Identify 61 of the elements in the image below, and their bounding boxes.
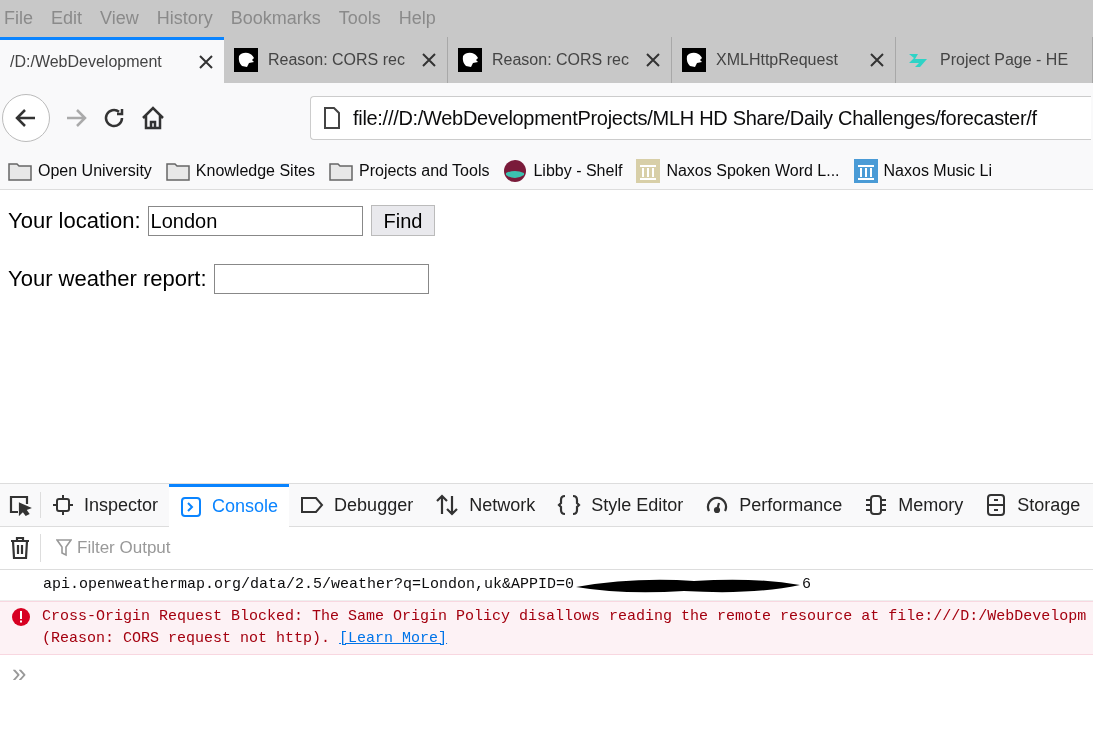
chip-icon (864, 494, 889, 516)
trash-icon[interactable] (10, 536, 30, 560)
bookmark[interactable]: Projects and Tools (329, 158, 490, 183)
browser-tab[interactable]: /D:/WebDevelopment (0, 37, 224, 83)
address-bar[interactable]: file:///D:/WebDevelopmentProjects/MLH HD Share/Daily Challenges/forecaster/f (310, 95, 1091, 140)
lion-head-icon (682, 48, 706, 72)
tab-title: Reason: CORS rec (268, 50, 405, 70)
frame-icon (52, 494, 74, 516)
error-reason: (Reason: CORS request not http). (42, 629, 331, 649)
devtools-tab[interactable]: Debugger (289, 483, 425, 527)
bookmark[interactable]: Libby - Shelf (503, 158, 623, 183)
gauge-icon (705, 494, 730, 516)
bookmark[interactable]: Open University (8, 158, 152, 183)
folder-icon (329, 160, 353, 181)
devtools-tab[interactable]: Storage (974, 483, 1092, 527)
log-message-end: 6 (802, 574, 812, 595)
lion-head-icon (458, 48, 482, 72)
devtools-tab[interactable]: Console (169, 483, 290, 527)
weather-report-label: Your weather report: (8, 265, 207, 293)
bookmark[interactable]: Knowledge Sites (165, 158, 315, 183)
close-icon[interactable] (645, 52, 661, 68)
console-prompt: » (12, 660, 27, 686)
weather-report-field[interactable] (213, 263, 429, 294)
tab-title: /D:/WebDevelopment (10, 51, 162, 72)
bookmark[interactable]: Naxos Music Li (853, 158, 992, 183)
page-icon (323, 105, 341, 130)
url-text: file:///D:/WebDevelopmentProjects/MLH HD Share/Daily Challenges/forecaster/f (353, 105, 1037, 131)
tag-icon (300, 494, 325, 516)
close-icon[interactable] (198, 53, 214, 70)
bookmark[interactable]: Naxos Spoken Word L... (636, 158, 840, 183)
braces-icon (557, 494, 582, 516)
log-message: api.openweathermap.org/data/2.5/weather?q=London,uk&APPID=0 (43, 574, 575, 595)
pillars-icon (636, 158, 661, 183)
find-button[interactable]: Find (370, 205, 436, 236)
folder-icon (165, 160, 190, 181)
home-icon[interactable] (140, 104, 166, 131)
close-icon[interactable] (421, 52, 437, 68)
cabinet-icon (985, 493, 1008, 517)
learn-more-link[interactable]: [Learn More] (339, 628, 448, 650)
pillars-icon (853, 158, 878, 183)
tab-title: Reason: CORS rec (492, 50, 629, 70)
back-button[interactable] (2, 93, 50, 142)
tab-title: XMLHttpRequest (716, 50, 838, 70)
filter-icon (56, 539, 72, 557)
close-icon[interactable] (869, 52, 885, 68)
devtools-tab[interactable]: Inspector (41, 483, 170, 527)
error-text: Cross-Origin Request Blocked: The Same Origin Policy disallows reading the remote resource at file:///D:/WebDevelopm (42, 607, 1087, 627)
devtools-tab[interactable]: Style Editor (546, 483, 695, 527)
lion-head-icon (234, 48, 258, 72)
tab-title: Project Page - HE (940, 50, 1069, 70)
error-icon (12, 608, 30, 626)
book-logo-icon (503, 158, 528, 183)
location-field[interactable]: London (147, 205, 363, 236)
console-icon (180, 495, 203, 518)
element-picker-icon[interactable] (8, 494, 32, 516)
devtools-tab[interactable]: Memory (853, 483, 975, 527)
devtools-tab[interactable]: Network (424, 483, 547, 527)
devtools-tab[interactable]: Performance (694, 483, 854, 527)
arrows-icon (435, 494, 460, 516)
folder-icon (8, 160, 32, 181)
location-label: Your location: (8, 207, 141, 235)
